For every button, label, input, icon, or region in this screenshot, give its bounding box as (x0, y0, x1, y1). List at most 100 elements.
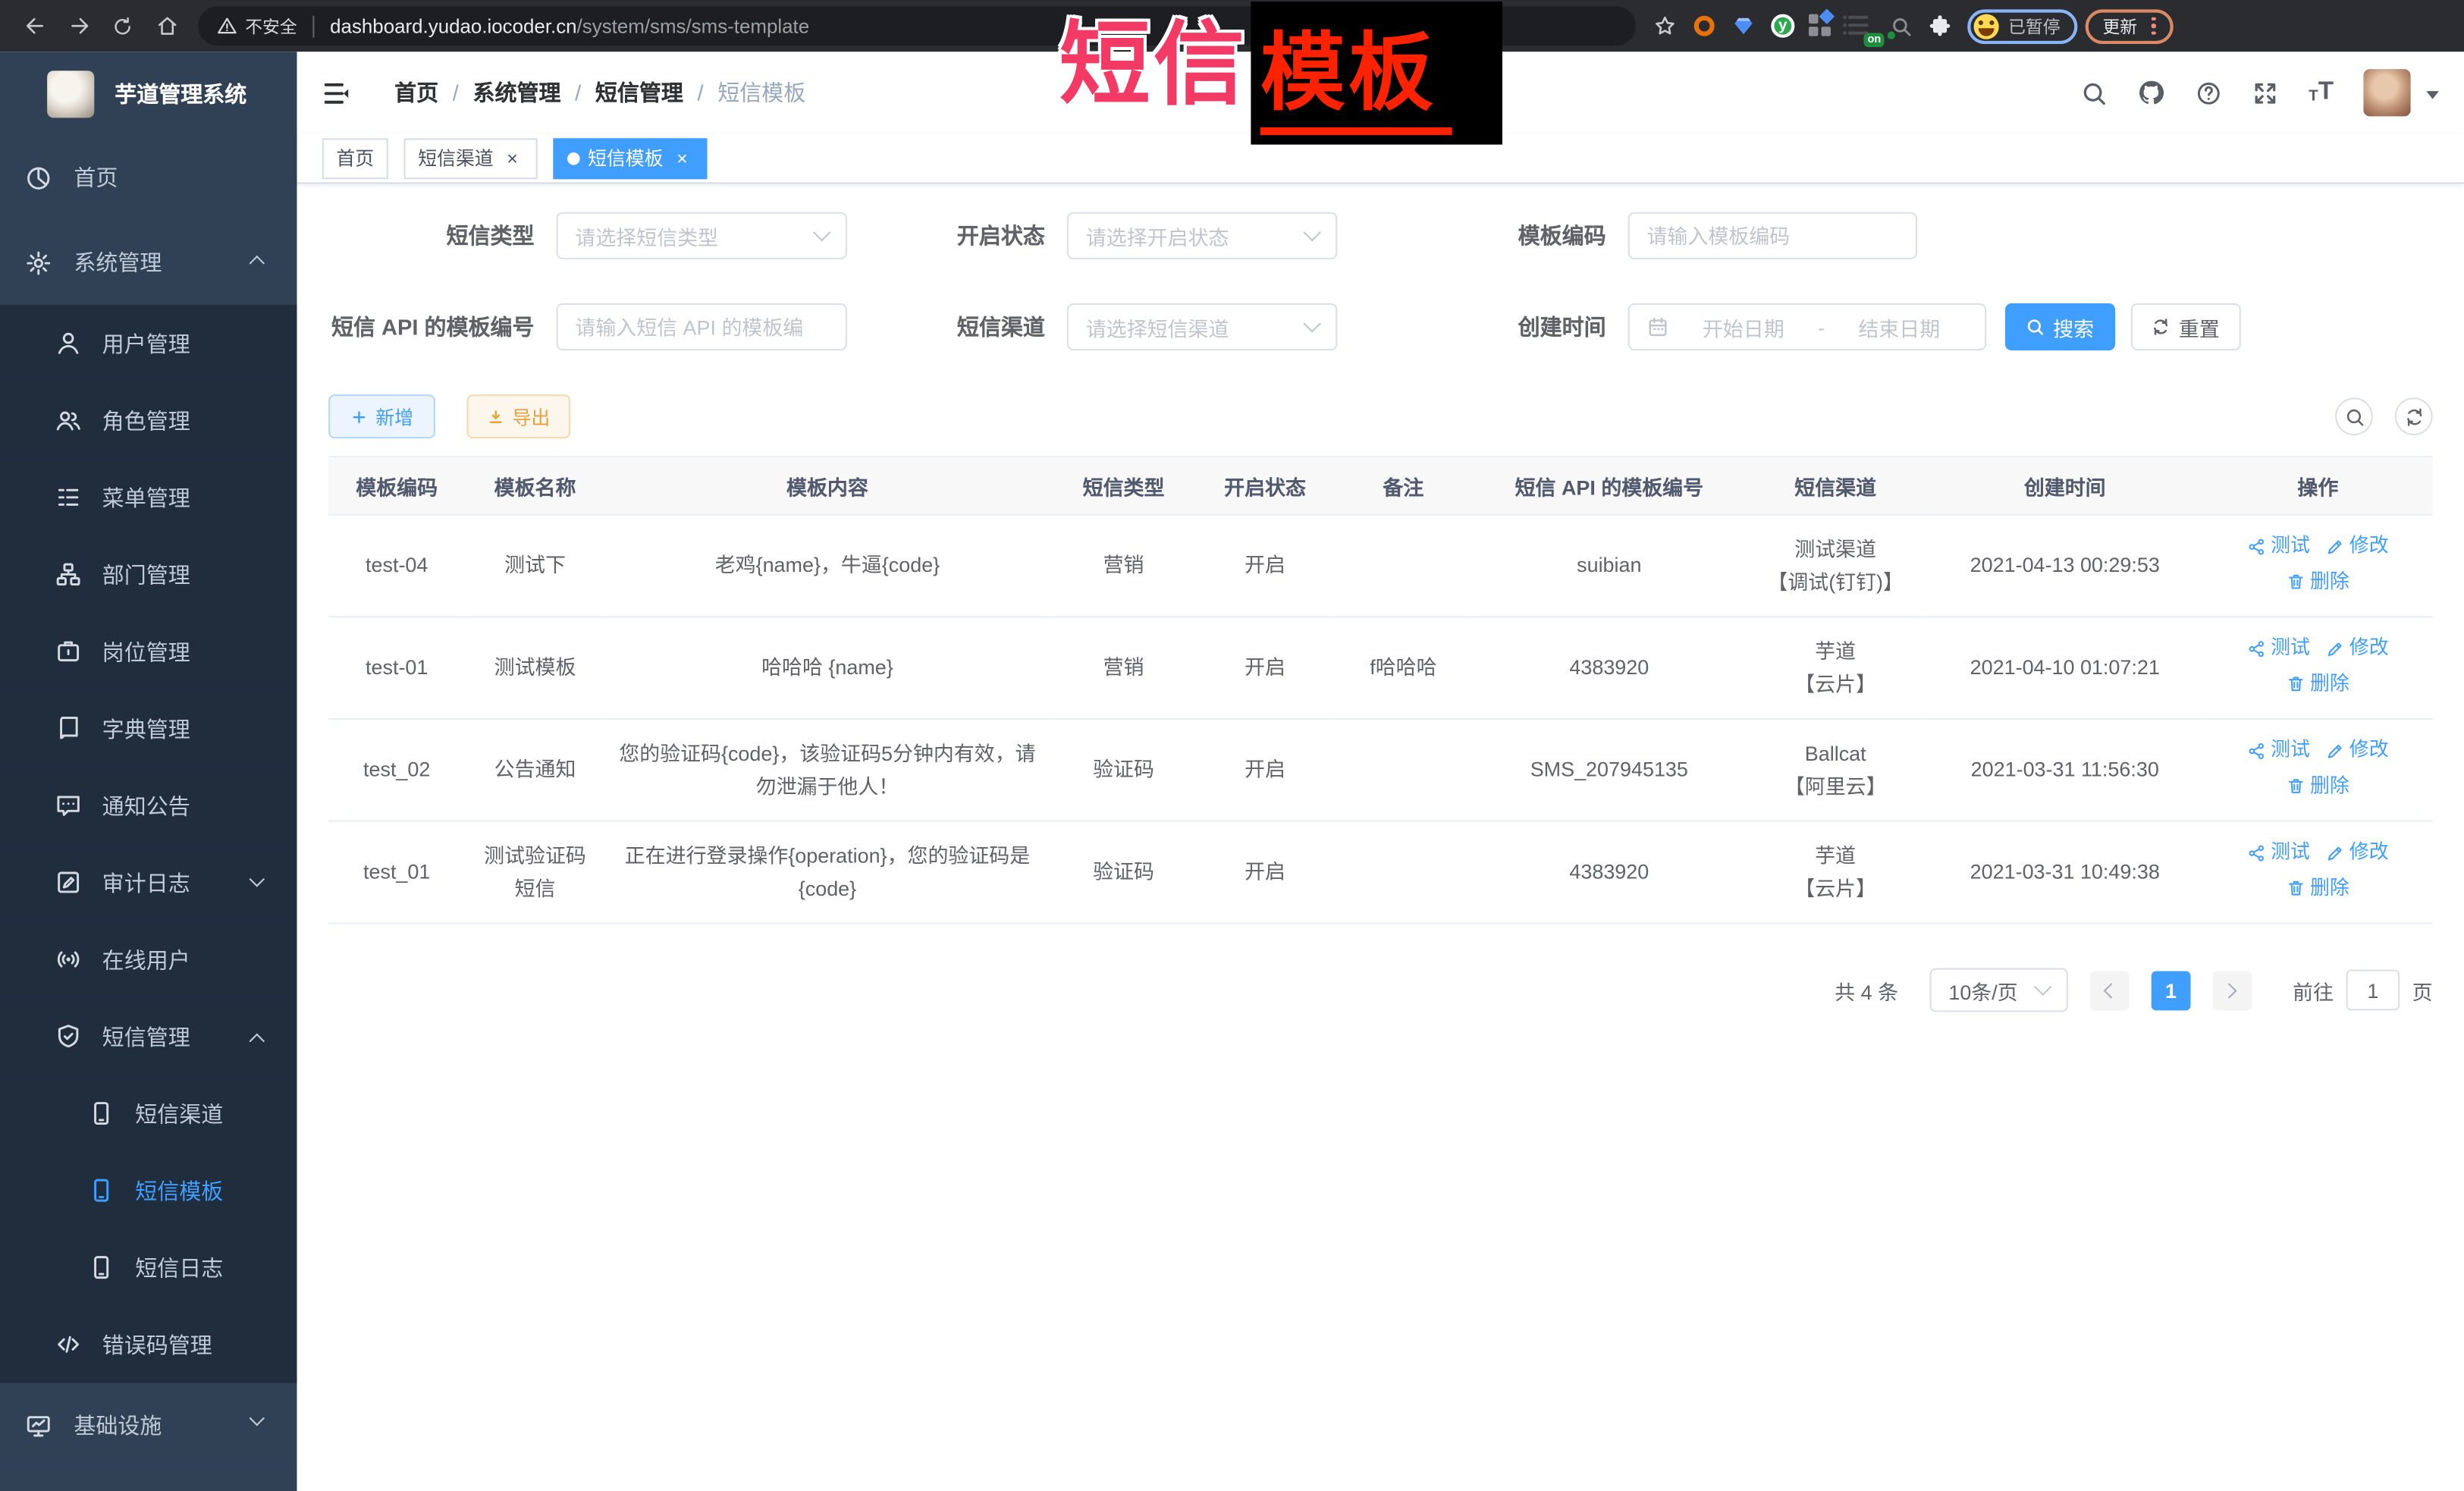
test-link[interactable]: 测试 (2247, 734, 2310, 767)
extension-gem-icon[interactable] (1724, 6, 1763, 46)
back-icon[interactable] (13, 4, 57, 48)
refresh-icon[interactable] (2395, 397, 2433, 435)
code-label: 模板编码 (1518, 220, 1606, 251)
filter-row-1: 短信类型 请选择短信类型 开启状态 请选择开启状态 模板编码 (328, 212, 2433, 259)
delete-link[interactable]: 删除 (2287, 872, 2349, 905)
sidebar-item-home[interactable]: 首页 (0, 135, 297, 220)
edit-link[interactable]: 修改 (2326, 632, 2389, 665)
sidebar-item-sms-management[interactable]: 短信管理 (0, 998, 297, 1075)
api-id-input[interactable] (557, 303, 847, 350)
page-size-select[interactable]: 10条/页 (1929, 968, 2067, 1012)
sidebar-item-dept-management[interactable]: 部门管理 (0, 536, 297, 614)
table-row: test_01测试验证码短信正在进行登录操作{operation}，您的验证码是… (328, 821, 2433, 924)
edit-link[interactable]: 修改 (2326, 734, 2389, 767)
update-label: 更新 (2102, 14, 2137, 39)
sidebar-item-sms-template[interactable]: 短信模板 (0, 1152, 297, 1229)
edit-log-icon (55, 869, 82, 896)
bookmark-star-icon[interactable] (1645, 6, 1684, 46)
extensions-puzzle-icon[interactable] (1920, 6, 1960, 46)
close-icon[interactable]: × (501, 147, 523, 169)
delete-link[interactable]: 删除 (2287, 770, 2349, 802)
sidebar-item-label: 用户管理 (102, 328, 190, 359)
reset-button[interactable]: 重置 (2131, 303, 2241, 350)
channel-select[interactable]: 请选择短信渠道 (1067, 303, 1337, 350)
goto-page-input[interactable] (2346, 969, 2400, 1010)
test-link[interactable]: 测试 (2247, 837, 2310, 869)
start-date-placeholder[interactable]: 开始日期 (1675, 312, 1812, 341)
sidebar-item-label: 短信渠道 (135, 1097, 223, 1128)
sidebar-item-notice[interactable]: 通知公告 (0, 767, 297, 844)
extension-donut-icon[interactable] (1684, 6, 1724, 46)
sidebar-item-audit-log[interactable]: 审计日志 (0, 844, 297, 921)
date-range-picker[interactable]: 开始日期 - 结束日期 (1628, 303, 1986, 350)
edit-link[interactable]: 修改 (2326, 837, 2389, 869)
security-label[interactable]: 不安全 (245, 14, 297, 39)
test-link[interactable]: 测试 (2247, 530, 2310, 563)
sms-type-select[interactable]: 请选择短信类型 (557, 212, 847, 259)
status-select[interactable]: 请选择开启状态 (1067, 212, 1337, 259)
edit-link[interactable]: 修改 (2326, 530, 2389, 563)
sidebar-item-sms-channel[interactable]: 短信渠道 (0, 1075, 297, 1152)
add-button[interactable]: 新增 (328, 394, 435, 438)
test-link[interactable]: 测试 (2247, 632, 2310, 665)
sidebar-item-online-users[interactable]: 在线用户 (0, 921, 297, 998)
forward-icon[interactable] (57, 4, 101, 48)
tab-短信模板[interactable]: 短信模板× (553, 137, 707, 178)
sidebar-item-infrastructure[interactable]: 基础设施 (0, 1383, 297, 1467)
cell-type: 营销 (1050, 617, 1197, 719)
github-icon[interactable] (2137, 79, 2165, 107)
dashboard-icon (25, 165, 52, 191)
sidebar-item-menu-management[interactable]: 菜单管理 (0, 459, 297, 536)
chevron-down-icon[interactable] (2426, 90, 2439, 105)
sidebar-item-label: 角色管理 (102, 405, 190, 436)
address-bar[interactable]: 不安全 dashboard.yudao.iocoder.cn /system/s… (198, 6, 1636, 46)
sidebar-item-system-management[interactable]: 系统管理 (0, 220, 297, 305)
next-page-button[interactable] (2212, 971, 2252, 1010)
search-toggle-icon[interactable] (2335, 397, 2373, 435)
sidebar-item-dict-management[interactable]: 字典管理 (0, 690, 297, 767)
hamburger-icon[interactable] (322, 77, 353, 108)
breadcrumb-item[interactable]: 系统管理 (472, 77, 560, 108)
extension-zoom-icon[interactable] (1881, 6, 1920, 46)
breadcrumb-item[interactable]: 首页 (394, 77, 438, 108)
pagination: 共 4 条 10条/页 1 前往 页 (328, 968, 2433, 1012)
select-placeholder: 请选择短信类型 (575, 221, 718, 250)
cell-code: test_02 (328, 719, 465, 821)
cell-content: 正在进行登录操作{operation}，您的验证码是{code} (605, 821, 1050, 924)
sidebar-item-sms-log[interactable]: 短信日志 (0, 1229, 297, 1306)
prev-page-button[interactable] (2090, 971, 2130, 1010)
extension-list-icon[interactable]: on (1842, 6, 1882, 46)
tab-短信渠道[interactable]: 短信渠道× (404, 137, 538, 178)
code-input[interactable] (1628, 212, 1917, 259)
font-size-icon[interactable]: TT (2309, 80, 2334, 105)
sidebar-logo[interactable]: 芋道管理系统 (0, 52, 297, 135)
cell-channel: Ballcat【阿里云】 (1744, 719, 1926, 821)
extension-grid-icon[interactable] (1803, 6, 1842, 46)
browser-update-menu-button[interactable]: 更新 (2086, 8, 2173, 43)
browser-toolbar: 不安全 dashboard.yudao.iocoder.cn /system/s… (0, 0, 2464, 52)
search-icon[interactable] (2081, 80, 2108, 106)
user-avatar[interactable] (2363, 69, 2410, 116)
close-icon[interactable]: × (671, 147, 693, 169)
search-button[interactable]: 搜索 (2005, 303, 2115, 350)
delete-link[interactable]: 删除 (2287, 668, 2349, 701)
current-page[interactable]: 1 (2152, 971, 2191, 1010)
extension-y-icon[interactable]: y (1763, 6, 1803, 46)
delete-link[interactable]: 删除 (2287, 566, 2349, 598)
sidebar-item-post-management[interactable]: 岗位管理 (0, 613, 297, 690)
export-button[interactable]: 导出 (466, 394, 570, 438)
browser-profile-button[interactable]: 已暂停 (1967, 8, 2077, 43)
tab-首页[interactable]: 首页 (322, 137, 388, 178)
sidebar-item-role-management[interactable]: 角色管理 (0, 382, 297, 460)
url-host: dashboard.yudao.iocoder.cn (330, 15, 576, 37)
chevron-down-icon (250, 871, 265, 887)
sidebar-item-user-management[interactable]: 用户管理 (0, 305, 297, 382)
reload-icon[interactable] (101, 4, 145, 48)
home-icon[interactable] (145, 4, 189, 48)
help-icon[interactable] (2196, 80, 2222, 106)
column-header: 短信 API 的模板编号 (1474, 457, 1744, 515)
sidebar-item-error-code[interactable]: 错误码管理 (0, 1306, 297, 1383)
end-date-placeholder[interactable]: 结束日期 (1831, 312, 1967, 341)
breadcrumb-item[interactable]: 短信管理 (595, 77, 683, 108)
fullscreen-icon[interactable] (2252, 80, 2279, 106)
